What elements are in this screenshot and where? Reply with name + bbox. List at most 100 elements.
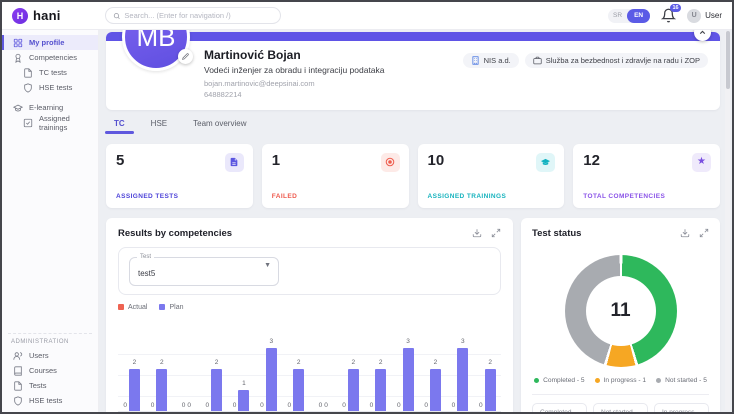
bar: [484, 368, 496, 411]
building-icon: [471, 56, 480, 65]
stat-value: 1: [271, 151, 281, 169]
legend-item[interactable]: Not started - 5: [656, 377, 707, 384]
sidebar-item-my-profile[interactable]: My profile: [2, 35, 98, 50]
lang-en-option[interactable]: EN: [627, 8, 651, 23]
bar-category: 02nalys...: [200, 325, 228, 413]
legend-item[interactable]: Completed - 5: [534, 376, 585, 384]
legend-dot: [594, 377, 600, 383]
sidebar-admin-section: ADMINISTRATION Users Courses Tests HSE t…: [2, 333, 98, 408]
divider: [8, 333, 92, 334]
bar-category: 02Visua...: [473, 325, 502, 413]
legend-item[interactable]: Actual: [118, 304, 147, 311]
stat-value: 10: [427, 151, 445, 169]
donut-legend: Completed - 5 In progress - 1 Not started …: [532, 377, 709, 384]
app-window: H hani SR EN 16 U User: [0, 0, 734, 414]
download-icon[interactable]: [472, 228, 482, 238]
bar-category: 02istica...: [364, 325, 392, 413]
test-select-label: Test: [137, 253, 155, 260]
bar-value-label: 2: [378, 359, 383, 366]
bar-value-label: 2: [160, 359, 164, 366]
graduation-cap-icon: [536, 152, 556, 172]
notifications-button[interactable]: 16: [661, 4, 682, 23]
chevron-down-icon: ▼: [264, 261, 271, 269]
bar-chart-legend: Actual Plan: [118, 304, 501, 311]
bar-value-label: 2: [214, 359, 219, 366]
bar-value-label: 1: [242, 380, 246, 387]
sidebar-item-label: HSE tests: [29, 396, 63, 405]
sidebar-item-assigned-trainings[interactable]: Assigned trainings: [2, 113, 98, 132]
target-icon: [380, 152, 400, 172]
bar: [457, 347, 469, 411]
bar: [156, 368, 168, 411]
search-bar[interactable]: [105, 7, 281, 24]
legend-label: Completed - 5: [543, 376, 585, 384]
bar-value-label: 3: [460, 338, 465, 345]
mini-card-completed: Completed 5: [532, 402, 587, 412]
graduation-cap-icon: [13, 103, 23, 113]
sidebar-item-hse-tests[interactable]: HSE tests: [2, 80, 98, 95]
bar: [429, 368, 441, 411]
mini-card-in-progress: In progress 1: [654, 402, 709, 413]
tab-tc[interactable]: TC: [105, 119, 134, 134]
sidebar-item-courses[interactable]: Courses: [2, 363, 98, 378]
legend-item[interactable]: Plan: [159, 304, 183, 311]
user-menu[interactable]: U User: [687, 8, 722, 23]
edit-avatar-button[interactable]: [178, 49, 193, 64]
bar-value-label: 0: [260, 402, 264, 409]
stat-label: ASSIGNED TRAININGS: [427, 192, 507, 200]
top-bar: H hani SR EN 16 U User: [2, 2, 732, 30]
legend-label: Not started - 5: [665, 376, 707, 384]
bar-value-label: 0: [205, 402, 210, 409]
sidebar-item-tests[interactable]: Tests: [2, 378, 98, 393]
stats-row: 5 ASSIGNED TESTS 1 FAILED 10 ASSIGNED TR…: [106, 143, 720, 208]
bar-value-label: 0: [232, 402, 237, 409]
sidebar: My profile Competencies TC tests HSE tes…: [2, 30, 99, 412]
file-icon: [224, 152, 244, 172]
company-badge-label: NIS a.d.: [483, 56, 511, 65]
sidebar-item-label: Users: [29, 351, 49, 360]
bar-category: 00Prolift: [309, 325, 337, 413]
app-logo[interactable]: H hani: [2, 7, 99, 24]
bar-value-label: 2: [351, 359, 356, 366]
bar-value-label: 0: [324, 402, 328, 409]
language-toggle[interactable]: SR EN: [608, 8, 651, 23]
bar-value-label: 0: [318, 402, 323, 409]
results-by-competencies-panel: Results by competencies Test test5 ▼ Act…: [106, 217, 513, 413]
sidebar-item-users[interactable]: Users: [2, 348, 98, 363]
tab-hse[interactable]: HSE: [151, 119, 167, 134]
lang-sr-option[interactable]: SR: [608, 12, 627, 19]
sidebar-item-admin-hse-tests[interactable]: HSE tests: [2, 393, 98, 408]
dashboard-grid-icon: [13, 38, 23, 48]
shield-icon: [13, 395, 23, 406]
expand-icon[interactable]: [491, 228, 501, 238]
scrollbar-thumb[interactable]: [725, 31, 730, 89]
bar-value-label: 2: [433, 359, 438, 366]
panel-title: Test status: [532, 227, 582, 239]
stat-card-total-competencies: 12 ★ TOTAL COMPETENCIES: [573, 143, 720, 208]
logo-icon: H: [12, 7, 28, 24]
sidebar-item-tc-tests[interactable]: TC tests: [2, 65, 98, 80]
stat-card-assigned-trainings: 10 ASSIGNED TRAININGS: [417, 143, 565, 208]
notification-badge: 16: [669, 4, 682, 12]
tab-team-overview[interactable]: Team overview: [193, 119, 246, 134]
legend-item[interactable]: In progress - 1: [594, 377, 646, 384]
bar-value-label: 3: [406, 338, 410, 345]
test-select[interactable]: Test test5 ▼: [129, 253, 279, 286]
mini-card-not-started: Not started 5: [593, 402, 648, 412]
bar-category: 02owerBI: [282, 325, 310, 413]
panel-title: Results by competencies: [118, 227, 233, 239]
shield-icon: [23, 82, 33, 93]
star-icon: ★: [692, 152, 711, 172]
sidebar-item-label: Assigned trainings: [39, 113, 70, 132]
download-icon[interactable]: [680, 228, 690, 238]
expand-icon[interactable]: [699, 228, 709, 238]
sidebar-item-competencies[interactable]: Competencies: [2, 50, 98, 65]
mini-card-label: In progress: [662, 408, 695, 413]
bar-value-label: 0: [342, 402, 346, 409]
bar-category: 01chfond: [227, 325, 255, 413]
chart-filter-row: Test test5 ▼: [118, 246, 501, 295]
bar: [128, 368, 140, 411]
search-input[interactable]: [124, 11, 273, 20]
users-icon: [13, 351, 23, 361]
vertical-scrollbar[interactable]: [725, 31, 730, 410]
